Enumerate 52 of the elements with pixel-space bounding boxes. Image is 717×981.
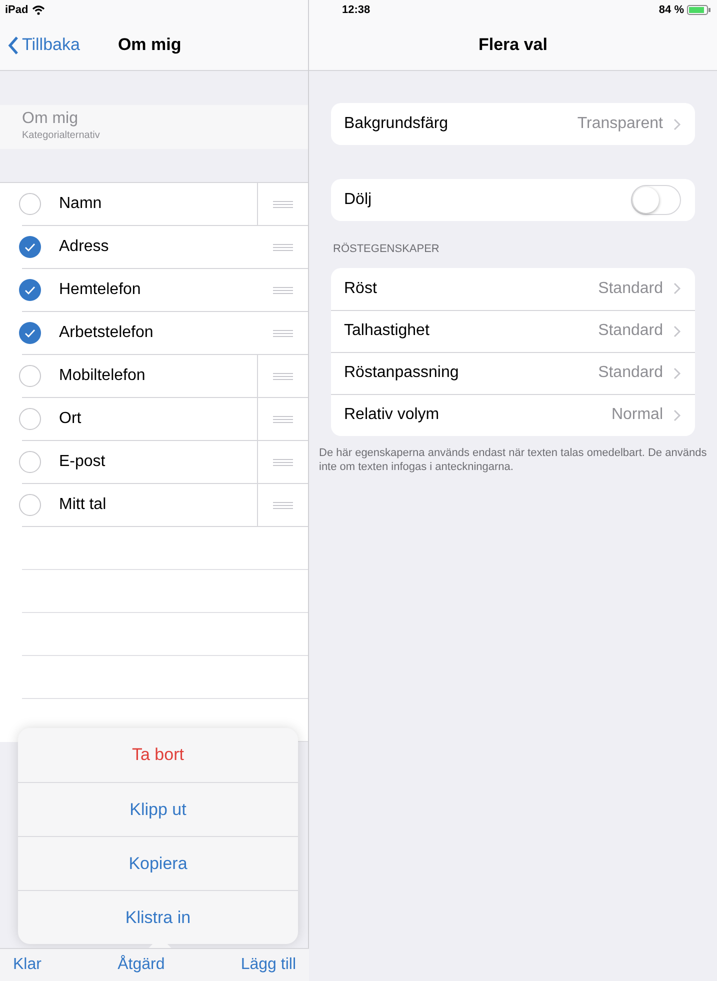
item-label: Mitt tal (59, 495, 108, 515)
item-label: Mobiltelefon (59, 366, 146, 386)
value-button[interactable]: Normal (611, 403, 681, 427)
toolbar-button[interactable]: Åtgärd (118, 953, 165, 977)
drag-handle-icon (272, 244, 292, 250)
toolbar-button[interactable]: Lägg till (240, 953, 296, 977)
item-label: Arbetstelefon (59, 323, 154, 343)
wifi-icon (32, 5, 46, 15)
setting-label: Röst (344, 278, 377, 298)
value-button[interactable]: Standard (598, 319, 681, 343)
chevron-icon (673, 282, 681, 295)
menu-item[interactable]: Kopiera (18, 836, 298, 890)
value-button[interactable]: Standard (598, 361, 681, 385)
footer-note: De här egenskaperna används endast när texten talas omedelbart. De används inte om texten infogas i anteckningarna. (319, 446, 707, 474)
drag-handle-icon (273, 502, 293, 508)
drag-handle-icon (273, 458, 293, 466)
setting-label: Bakgrundsfärg (344, 114, 448, 134)
battery-icon (687, 5, 711, 15)
value-button[interactable]: Standard (598, 276, 681, 300)
drag-handle-icon (273, 200, 293, 208)
back-chevron-icon (8, 36, 19, 54)
chevron-icon (673, 366, 681, 380)
category-subtitle: Kategorialternativ (22, 129, 101, 143)
setting-label: Röstanpassning (344, 363, 459, 383)
clock-time: 12:38 (342, 2, 370, 18)
chevron-icon (673, 118, 681, 130)
back-button[interactable]: Tillbaka (8, 32, 80, 58)
category-title: Om mig (22, 110, 79, 128)
toggle-switch[interactable] (631, 185, 681, 215)
chevron-icon (673, 324, 681, 338)
item-label: Adress (59, 237, 110, 257)
setting-label: Relativ volym (344, 405, 440, 425)
drag-handle-icon (272, 330, 292, 336)
drag-handle-icon (273, 416, 293, 422)
menu-item[interactable]: Klipp ut (18, 782, 298, 836)
device-name: iPad (5, 2, 28, 18)
item-label: Hemtelefon (59, 280, 142, 300)
setting-label: Talhastighet (344, 321, 430, 341)
item-label: E-post (59, 452, 106, 472)
item-label: Namn (59, 194, 103, 214)
item-label: Ort (59, 409, 82, 429)
drag-handle-icon (272, 286, 292, 294)
value-button[interactable]: Transparent (577, 112, 681, 136)
drag-handle-icon (273, 372, 293, 380)
setting-label: Dölj (344, 190, 372, 210)
section-header: RÖSTEGENSKAPER (332, 242, 440, 257)
toolbar-button[interactable]: Klar (13, 953, 42, 977)
battery-percent: 84 % (658, 2, 684, 18)
nav-title: Flera val (478, 34, 548, 56)
menu-item[interactable]: Ta bort (18, 728, 298, 782)
chevron-icon (673, 408, 681, 422)
nav-title: Om mig (118, 34, 182, 56)
